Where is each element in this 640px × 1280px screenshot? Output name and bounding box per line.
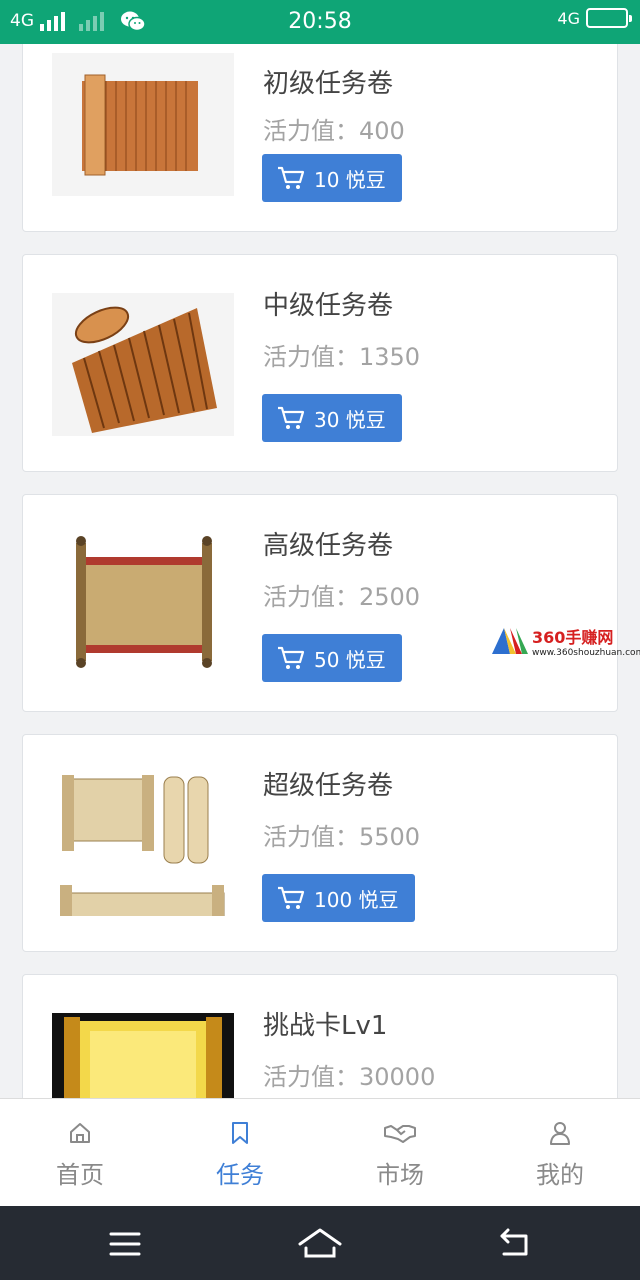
home-icon	[70, 1123, 90, 1143]
tab-label: 任务	[216, 1161, 264, 1189]
tab-mine[interactable]: 我的	[480, 1099, 640, 1206]
buy-button[interactable]: 50 悦豆	[262, 634, 402, 682]
tab-label: 市场	[376, 1161, 424, 1189]
watermark-url: www.360shouzhuan.com	[532, 648, 640, 658]
buy-button[interactable]: 30 悦豆	[262, 394, 402, 442]
tab-home[interactable]: 首页	[0, 1099, 160, 1206]
energy-value: 活力值：2500	[263, 583, 421, 611]
price-label: 50 悦豆	[314, 647, 386, 672]
cart-icon	[278, 886, 305, 909]
buy-button[interactable]: 100 悦豆	[262, 874, 415, 922]
energy-value: 活力值：5500	[263, 823, 421, 851]
cart-icon	[278, 646, 305, 669]
user-icon	[550, 1122, 570, 1145]
tab-tasks[interactable]: 任务	[160, 1099, 320, 1206]
task-title: 初级任务卷	[263, 69, 394, 99]
task-title: 中级任务卷	[263, 291, 394, 321]
system-nav-bar	[0, 1206, 640, 1280]
tab-label: 我的	[536, 1161, 584, 1189]
energy-value: 活力值：1350	[263, 343, 421, 371]
network-type-right: 4G	[557, 8, 580, 28]
home-nav-icon[interactable]	[298, 1224, 342, 1264]
status-bar: 4G 20:58 4G	[0, 0, 640, 44]
torah-scrolls-image	[52, 773, 234, 916]
task-title: 挑战卡Lv1	[263, 1011, 388, 1041]
bookmark-icon	[232, 1122, 248, 1144]
task-card: 高级任务卷 活力值：2500 50 悦豆	[22, 494, 618, 712]
golden-scroll-image	[52, 1013, 234, 1098]
cart-icon	[278, 406, 305, 429]
task-card: 超级任务卷 活力值：5500 100 悦豆	[22, 734, 618, 952]
bamboo-scroll-image	[52, 53, 234, 196]
buy-button[interactable]: 10 悦豆	[262, 154, 402, 202]
tab-bar: 首页 任务 市场 我的	[0, 1098, 640, 1206]
task-title: 高级任务卷	[263, 531, 394, 561]
tab-label: 首页	[56, 1161, 104, 1189]
price-label: 30 悦豆	[314, 407, 386, 432]
menu-icon[interactable]	[105, 1224, 145, 1264]
task-title: 超级任务卷	[263, 771, 394, 801]
cart-icon	[278, 166, 305, 189]
task-card: 初级任务卷 活力值：400 10 悦豆	[22, 44, 618, 232]
energy-value: 活力值：30000	[263, 1063, 436, 1091]
battery-icon	[586, 8, 632, 28]
task-card: 中级任务卷 活力值：1350 30 悦豆	[22, 254, 618, 472]
watermark-brand: 360手赚网	[532, 628, 614, 647]
task-list[interactable]: 初级任务卷 活力值：400 10 悦豆 中级任务卷 活力值：1350 30 悦豆	[0, 44, 640, 1098]
watermark-logo-icon	[492, 628, 528, 654]
handshake-icon	[384, 1125, 416, 1143]
back-icon[interactable]	[494, 1224, 534, 1264]
task-card: 挑战卡Lv1 活力值：30000	[22, 974, 618, 1098]
price-label: 10 悦豆	[314, 167, 386, 192]
watermark: 360手赚网 www.360shouzhuan.com	[490, 624, 640, 658]
price-label: 100 悦豆	[314, 887, 399, 912]
tab-market[interactable]: 市场	[320, 1099, 480, 1206]
energy-value: 活力值：400	[263, 117, 405, 145]
clock: 20:58	[288, 9, 352, 34]
parchment-scroll-image	[52, 533, 234, 676]
bamboo-roll-image	[52, 293, 234, 436]
